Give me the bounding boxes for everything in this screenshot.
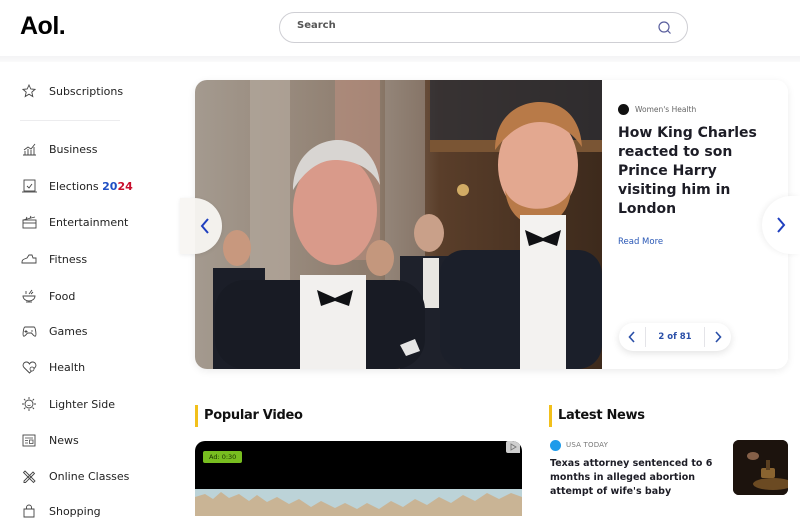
sidebar-item-online-classes[interactable]: Online Classes xyxy=(20,464,129,488)
news-headline[interactable]: Texas attorney sentenced to 6 months in … xyxy=(550,457,720,499)
sneaker-icon xyxy=(20,250,38,268)
bowl-icon xyxy=(20,287,38,305)
sidebar-item-label: Food xyxy=(49,289,76,303)
sidebar-item-elections[interactable]: Elections 2024 xyxy=(20,174,133,198)
pencil-ruler-icon xyxy=(20,467,38,485)
hero-carousel: Women's Health How King Charles reacted … xyxy=(195,80,788,369)
shopping-bag-icon xyxy=(20,502,38,520)
latest-news-heading: Latest News xyxy=(558,408,645,423)
elections-year-red: 24 xyxy=(117,179,133,193)
sidebar-item-label: Lighter Side xyxy=(49,397,116,411)
news-list-item[interactable]: USA TODAY Texas attorney sentenced to 6 … xyxy=(550,440,788,500)
sidebar-item-lighter-side[interactable]: Lighter Side xyxy=(20,392,115,416)
sidebar-item-fitness[interactable]: Fitness xyxy=(20,247,87,271)
sidebar-item-entertainment[interactable]: Entertainment xyxy=(20,210,128,234)
search-bar[interactable] xyxy=(279,12,688,43)
video-frame xyxy=(195,489,522,516)
chevron-right-icon xyxy=(715,331,722,343)
sidebar-item-label: News xyxy=(49,433,79,447)
section-accent-bar xyxy=(195,405,198,427)
read-more-link[interactable]: Read More xyxy=(618,237,663,247)
heart-icon xyxy=(20,358,38,376)
hero-headline[interactable]: How King Charles reacted to son Prince H… xyxy=(618,124,778,219)
search-input[interactable] xyxy=(297,20,637,31)
hero-image[interactable] xyxy=(195,80,602,369)
elections-year-blue: 20 xyxy=(102,179,118,193)
source-row: Women's Health xyxy=(618,104,696,115)
chevron-left-icon xyxy=(200,218,209,234)
popular-video-heading: Popular Video xyxy=(204,408,303,423)
hero-photo xyxy=(195,80,602,369)
sidebar-item-games[interactable]: Games xyxy=(20,319,87,343)
sidebar-item-label: Games xyxy=(49,324,88,338)
sidebar-item-label: Elections 2024 xyxy=(49,180,133,193)
sidebar-item-label: Fitness xyxy=(49,252,88,266)
sidebar-item-business[interactable]: Business xyxy=(20,137,98,161)
sidebar-item-news[interactable]: News xyxy=(20,428,79,452)
clapperboard-icon xyxy=(20,213,38,231)
source-name: Women's Health xyxy=(635,105,697,114)
aol-logo[interactable]: Aol. xyxy=(20,12,66,41)
pager-next-button[interactable] xyxy=(705,323,731,351)
ad-choices-icon[interactable] xyxy=(506,441,520,453)
star-icon xyxy=(20,82,38,100)
carousel-pager: 2 of 81 xyxy=(619,323,731,351)
sidebar-item-label: Online Classes xyxy=(49,469,130,483)
chart-growth-icon xyxy=(20,140,38,158)
news-thumbnail[interactable] xyxy=(733,440,788,495)
sidebar-item-label: Business xyxy=(49,142,98,156)
usa-today-logo-icon xyxy=(550,440,561,451)
pager-count: 2 of 81 xyxy=(658,332,692,342)
news-source: USA TODAY xyxy=(566,441,609,449)
newspaper-icon xyxy=(20,431,38,449)
sidebar: Subscriptions Business Elections 2024 En… xyxy=(0,62,180,518)
search-icon[interactable] xyxy=(657,20,673,36)
sidebar-divider xyxy=(20,120,120,121)
gamepad-icon xyxy=(20,322,38,340)
pager-prev-button[interactable] xyxy=(619,323,645,351)
sidebar-item-food[interactable]: Food xyxy=(20,284,75,308)
sun-icon xyxy=(20,395,38,413)
sidebar-item-health[interactable]: Health xyxy=(20,355,85,379)
chevron-right-icon xyxy=(777,217,786,233)
hero-text-panel: Women's Health How King Charles reacted … xyxy=(602,80,788,369)
video-player[interactable]: Ad: 0:30 xyxy=(195,441,522,516)
section-accent-bar xyxy=(549,405,552,427)
top-header: Aol. xyxy=(0,0,800,56)
ad-badge: Ad: 0:30 xyxy=(203,451,243,463)
elections-label: Elections xyxy=(49,179,99,193)
ballot-box-icon xyxy=(20,177,38,195)
sidebar-item-shopping[interactable]: Shopping xyxy=(20,499,101,523)
sidebar-item-label: Subscriptions xyxy=(49,84,124,98)
chevron-left-icon xyxy=(628,331,635,343)
sidebar-item-label: Entertainment xyxy=(49,215,129,229)
womens-health-logo-icon xyxy=(618,104,629,115)
sidebar-item-label: Health xyxy=(49,360,86,374)
sidebar-item-subscriptions[interactable]: Subscriptions xyxy=(20,79,123,103)
